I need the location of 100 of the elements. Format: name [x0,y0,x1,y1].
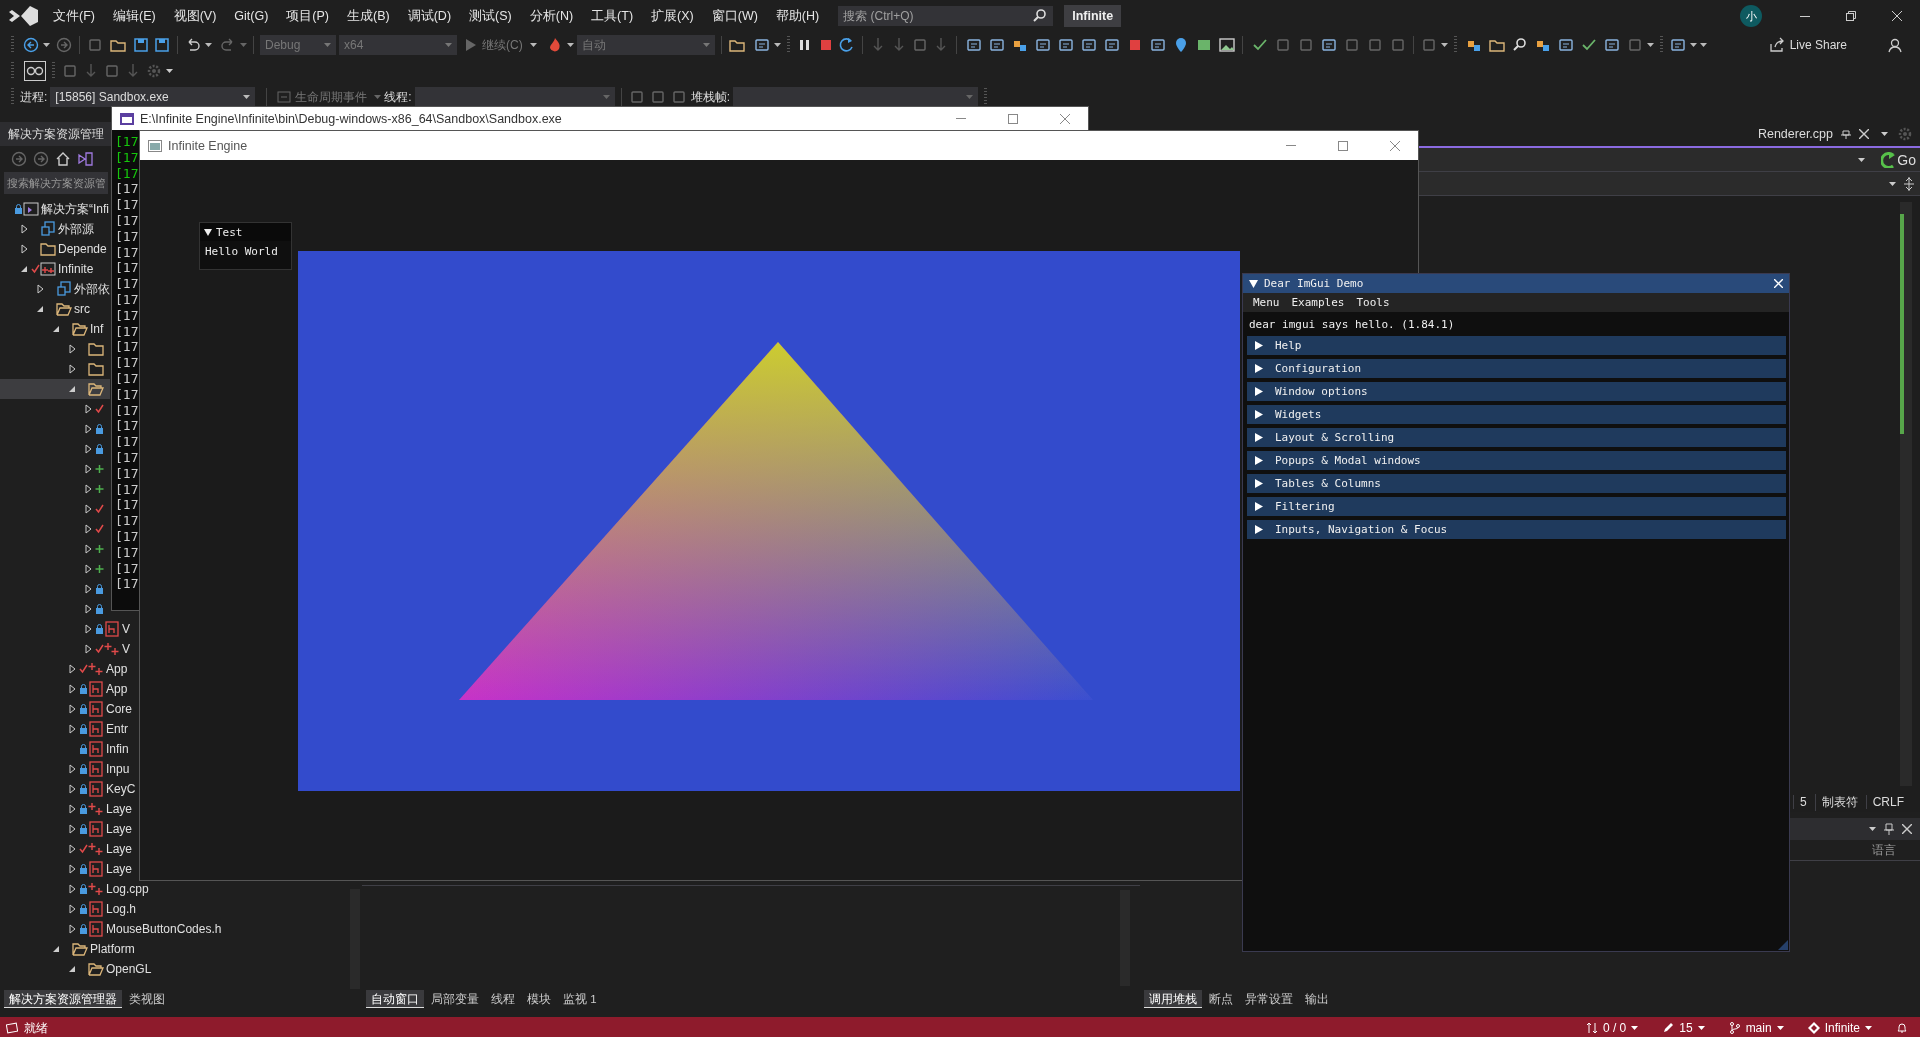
collapsed-arrow-icon[interactable] [68,684,76,694]
tree-item[interactable]: KeyC [0,779,136,799]
menu-item[interactable]: 视图(V) [164,7,226,25]
menu-item[interactable]: Git(G) [225,9,278,23]
collapsed-arrow-icon[interactable] [68,364,76,374]
expanded-arrow-icon[interactable] [52,945,60,953]
collapsed-arrow-icon[interactable] [84,404,92,414]
pin-icon[interactable] [1841,129,1851,139]
collapsed-arrow-icon[interactable] [84,624,92,634]
tree-item[interactable]: V [0,619,130,639]
tree-item[interactable]: Inpu [0,759,130,779]
expanded-arrow-icon[interactable] [20,265,28,273]
collapsed-arrow-icon[interactable] [84,644,92,654]
tree-item[interactable]: Platform [0,939,135,959]
tree-item[interactable]: Infin [0,739,129,759]
branch-button[interactable]: main [1728,1021,1784,1035]
collapse-arrow-icon[interactable] [204,228,212,236]
collapse-arrow-icon[interactable] [1249,279,1258,288]
collapsing-header[interactable]: Tables & Columns [1247,474,1786,493]
forward-icon[interactable] [55,36,73,54]
tree-item[interactable]: Log.cpp [0,879,149,899]
tree-item[interactable]: Entr [0,719,128,739]
pin-icon[interactable] [1884,823,1894,835]
collapsed-arrow-icon[interactable] [20,224,28,234]
collapsed-arrow-icon[interactable] [84,464,92,474]
home-icon[interactable] [54,150,72,168]
tool-icon[interactable] [1556,36,1575,54]
menu-item[interactable]: Tools [1350,296,1396,309]
file-tab[interactable]: Renderer.cpp [1753,127,1873,141]
menu-item[interactable]: 工具(T) [582,7,643,25]
panel-tab[interactable]: 局部变量 [426,990,484,1008]
live-share-button[interactable]: Live Share [1763,36,1851,54]
tree-item[interactable]: Inf [0,319,104,339]
collapsed-arrow-icon[interactable] [84,444,92,454]
tree-item[interactable]: OpenGL [0,959,152,979]
collapsed-arrow-icon[interactable] [68,864,76,874]
panel-tab[interactable]: 监视 1 [558,990,602,1008]
collapsed-arrow-icon[interactable] [68,844,76,854]
panel-tab[interactable]: 调用堆栈 [1144,990,1202,1008]
panel-tab[interactable]: 解决方案资源管理器 [4,990,122,1008]
search-field[interactable]: 搜索解决方案资源管 [4,172,108,194]
go-button[interactable]: Go [1881,151,1916,168]
process-dropdown[interactable]: [15856] Sandbox.exe [50,87,256,107]
tool-icon[interactable] [964,36,983,54]
tool-icon[interactable] [1148,36,1167,54]
tree-item[interactable]: src [0,299,90,319]
menu-item[interactable]: Examples [1285,296,1351,309]
expanded-arrow-icon[interactable] [68,965,76,973]
collapsing-header[interactable]: Window options [1247,382,1786,401]
collapsing-header[interactable]: Layout & Scrolling [1247,428,1786,447]
search-field[interactable]: 搜索 (Ctrl+Q) [838,6,1054,26]
menu-item[interactable]: 调试(D) [398,7,461,25]
share-icon[interactable] [1767,36,1786,54]
tree-item[interactable]: Laye [0,819,133,839]
expanded-arrow-icon[interactable] [52,325,60,333]
collapsed-arrow-icon[interactable] [84,564,92,574]
tree-item[interactable]: Laye [0,839,133,859]
collapsed-arrow-icon[interactable] [68,344,76,354]
save-icon[interactable] [132,36,150,54]
tool-icon[interactable] [1102,36,1121,54]
tree-item[interactable]: Laye [0,799,133,819]
collapsing-header[interactable]: Popups & Modal windows [1247,451,1786,470]
tree-item[interactable]: Laye [0,859,133,879]
menu-item[interactable]: 扩展(X) [642,7,703,25]
close-icon[interactable] [1859,129,1869,139]
collapsed-arrow-icon[interactable] [68,764,76,774]
back-icon[interactable] [22,36,40,54]
menu-item[interactable]: 分析(N) [520,7,583,25]
lifecycle-events-button[interactable]: 生命周期事件 [273,88,372,106]
collapsed-arrow-icon[interactable] [84,584,92,594]
status-item[interactable]: CRLF [1865,795,1910,809]
collapsed-arrow-icon[interactable] [20,244,28,254]
panel-tab[interactable]: 模块 [522,990,556,1008]
account-avatar[interactable]: 小 [1740,5,1762,27]
collapsed-arrow-icon[interactable] [68,704,76,714]
collapsed-arrow-icon[interactable] [68,784,76,794]
collapsing-header[interactable]: Help [1247,336,1786,355]
glasses-icon[interactable] [24,61,46,81]
menu-item[interactable]: 测试(S) [460,7,521,25]
collapsed-arrow-icon[interactable] [68,724,76,734]
tool-icon[interactable] [1056,36,1075,54]
collapsed-arrow-icon[interactable] [68,804,76,814]
tree-item[interactable]: App [0,679,128,699]
collapsed-arrow-icon[interactable] [36,284,44,294]
split-icon[interactable] [1902,176,1916,191]
repository-button[interactable]: Infinite [1807,1021,1872,1035]
forward-icon[interactable] [10,150,28,168]
collapsed-arrow-icon[interactable] [84,504,92,514]
tool-icon[interactable] [1033,36,1052,54]
tree-item[interactable]: App [0,659,128,679]
menu-item[interactable]: 项目(P) [277,7,338,25]
collapsed-arrow-icon[interactable] [84,524,92,534]
tool-icon[interactable] [1602,36,1621,54]
tree-item[interactable]: Depende [0,239,107,259]
collapsed-arrow-icon[interactable] [68,664,76,674]
tree-item[interactable]: MouseButtonCodes.h [0,919,222,939]
menu-item[interactable]: Menu [1247,296,1286,309]
status-item[interactable]: 制表符 [1814,793,1864,811]
collapsed-arrow-icon[interactable] [68,884,76,894]
tool-icon[interactable] [1668,36,1687,54]
